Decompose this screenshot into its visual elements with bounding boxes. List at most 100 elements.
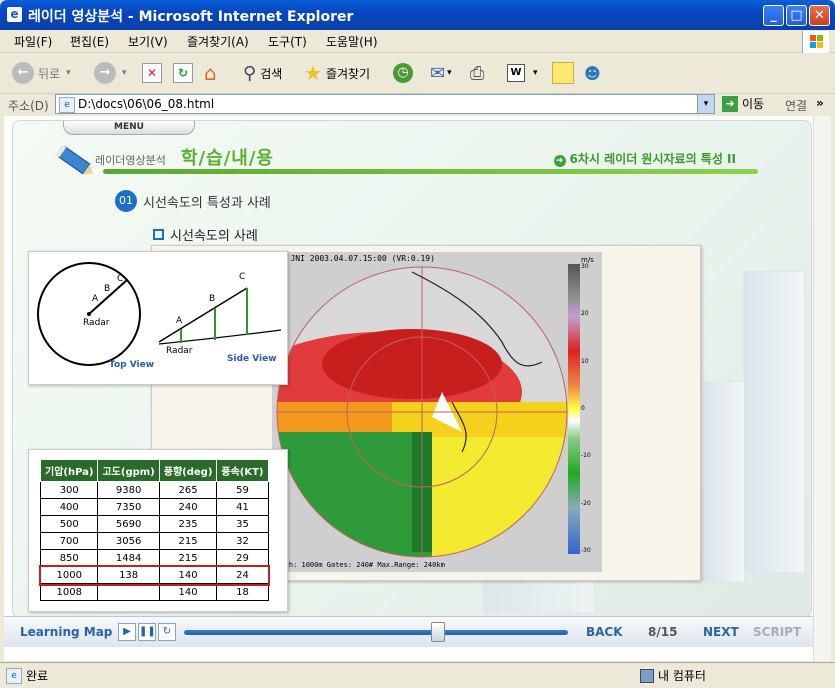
progress-track[interactable] bbox=[184, 630, 568, 635]
diagram-panel: A B C Radar Top View A B C Radar Side Vi… bbox=[28, 251, 288, 385]
table-cell: 7350 bbox=[97, 498, 160, 516]
address-input[interactable]: e D:\docs\06\06_08.html ▾ bbox=[55, 94, 715, 114]
dropdown-icon[interactable]: ▾ bbox=[122, 68, 127, 78]
star-icon: ★ bbox=[304, 61, 322, 85]
table-cell: 400 bbox=[39, 498, 99, 516]
mail-button[interactable]: ✉ ▾ bbox=[430, 61, 452, 85]
title-underline bbox=[103, 169, 758, 174]
messenger-icon: ☻ bbox=[584, 63, 601, 83]
radar-label: Radar bbox=[166, 346, 193, 356]
vertical-scrollbar[interactable] bbox=[813, 116, 831, 661]
label-a: A bbox=[92, 294, 99, 304]
table-row: 850 1484 215 29 bbox=[39, 549, 269, 567]
address-dropdown-icon[interactable]: ▾ bbox=[697, 95, 714, 113]
table-cell: 140 bbox=[158, 583, 218, 601]
go-label: 이동 bbox=[742, 97, 765, 111]
stop-button[interactable]: ✕ bbox=[142, 61, 162, 85]
table-cell: 500 bbox=[39, 515, 99, 533]
table-cell bbox=[97, 583, 160, 601]
table-cell: 1008 bbox=[39, 583, 99, 601]
scale-label: 0 bbox=[581, 404, 585, 412]
menu-tools[interactable]: 도구(T) bbox=[268, 33, 307, 50]
word-icon: W bbox=[507, 64, 525, 82]
print-button[interactable]: ⎙ bbox=[470, 61, 484, 85]
table-cell: 29 bbox=[216, 549, 269, 567]
pencil-icon bbox=[55, 144, 94, 175]
lesson-stage: MENU 레이더영상분석 학/습/내/용 ➜ 6차시 레이더 원시자료의 특성 I… bbox=[12, 120, 812, 618]
topic-heading: 시선속도의 특성과 사례 bbox=[143, 196, 271, 211]
back-button[interactable]: ← 뒤로 ▾ bbox=[12, 61, 71, 85]
side-view-label: Side View bbox=[227, 354, 277, 364]
menu-help[interactable]: 도움말(H) bbox=[326, 33, 378, 50]
dropdown-icon: ▾ bbox=[447, 68, 452, 78]
label-b: B bbox=[104, 284, 111, 294]
table-cell: 850 bbox=[39, 549, 99, 567]
edit-button[interactable]: W ▾ bbox=[507, 61, 538, 85]
close-button[interactable]: ✕ bbox=[809, 5, 830, 26]
progress-slider-thumb[interactable] bbox=[431, 622, 445, 642]
stop-icon: ✕ bbox=[142, 63, 162, 83]
table-cell: 5690 bbox=[97, 515, 160, 533]
menu-view[interactable]: 보기(V) bbox=[128, 33, 168, 50]
table-row: 400 7350 240 41 bbox=[39, 498, 269, 516]
table-cell: 35 bbox=[216, 515, 269, 533]
play-button[interactable]: ▶ bbox=[118, 623, 136, 641]
minimize-button[interactable]: _ bbox=[763, 5, 784, 26]
page-title: 학/습/내/용 bbox=[181, 148, 274, 169]
highlighted-table-row: 1000 138 140 24 bbox=[38, 564, 271, 586]
favorites-button[interactable]: ★ 즐겨찾기 bbox=[304, 61, 370, 85]
replay-button[interactable]: ↻ bbox=[158, 623, 176, 641]
scale-label: -30 bbox=[581, 546, 591, 554]
player-controls: Learning Map ▶ ❚❚ ↻ BACK 8/15 NEXT SCRIP… bbox=[4, 616, 831, 647]
label-b: B bbox=[209, 294, 216, 304]
page-content: MENU 레이더영상분석 학/습/내/용 ➜ 6차시 레이더 원시자료의 특성 I… bbox=[4, 116, 831, 661]
mail-icon: ✉ bbox=[430, 62, 446, 84]
refresh-icon: ↻ bbox=[173, 63, 193, 83]
table-row: 500 5690 235 35 bbox=[39, 515, 269, 533]
column-header: 풍향(deg) bbox=[158, 459, 218, 482]
links-label[interactable]: 연결 bbox=[785, 97, 807, 114]
window-title: 레이더 영상분석 - Microsoft Internet Explorer bbox=[28, 9, 354, 25]
menu-edit[interactable]: 편집(E) bbox=[70, 33, 109, 50]
pause-button[interactable]: ❚❚ bbox=[138, 623, 156, 641]
chapter-link[interactable]: ➜ 6차시 레이더 원시자료의 특성 II bbox=[553, 150, 736, 167]
velocity-color-scale bbox=[568, 264, 580, 554]
table-cell: 700 bbox=[39, 532, 99, 550]
page-icon: e bbox=[59, 97, 75, 113]
menu-tab[interactable]: MENU bbox=[63, 121, 195, 135]
address-bar: 주소(D) e D:\docs\06\06_08.html ▾ ➜ 이동 연결 … bbox=[0, 94, 835, 116]
scale-label: 20 bbox=[581, 310, 589, 318]
radar-image: AR JNI 2003.04.07.15:00 (VR:0.19) m/s 30… bbox=[272, 252, 602, 572]
table-row: 700 3056 215 32 bbox=[39, 532, 269, 550]
table-cell: 300 bbox=[39, 481, 99, 499]
refresh-button[interactable]: ↻ bbox=[173, 61, 193, 85]
table-cell: 3056 bbox=[97, 532, 160, 550]
browser-window: e 레이더 영상분석 - Microsoft Internet Explorer… bbox=[0, 0, 835, 688]
menu-file[interactable]: 파일(F) bbox=[14, 33, 52, 50]
next-nav-button[interactable]: NEXT bbox=[703, 625, 739, 639]
maximize-button[interactable]: □ bbox=[786, 5, 807, 26]
go-button[interactable]: ➜ 이동 bbox=[722, 95, 764, 112]
menu-favorites[interactable]: 즐겨찾기(A) bbox=[187, 33, 249, 50]
search-button[interactable]: ⚲ 검색 bbox=[243, 61, 282, 85]
discuss-button[interactable] bbox=[552, 61, 574, 85]
arrow-circle-icon: ➜ bbox=[553, 155, 566, 167]
messenger-button[interactable]: ☻ bbox=[584, 61, 601, 85]
radar-velocity-map bbox=[276, 266, 568, 558]
dropdown-icon: ▾ bbox=[533, 68, 538, 78]
table-cell: 1000 bbox=[39, 566, 99, 584]
ie-icon: e bbox=[7, 7, 22, 22]
home-button[interactable]: ⌂ bbox=[204, 61, 217, 85]
history-button[interactable]: ◷ bbox=[393, 61, 413, 85]
learning-map-button[interactable]: Learning Map bbox=[20, 625, 112, 639]
table-cell: 240 bbox=[158, 498, 218, 516]
script-button[interactable]: SCRIPT bbox=[753, 625, 801, 639]
column-header: 풍속(KT) bbox=[216, 459, 269, 482]
background-building bbox=[703, 381, 745, 583]
dropdown-icon[interactable]: ▾ bbox=[66, 68, 71, 78]
forward-arrow-icon: → bbox=[94, 62, 116, 84]
chevron-right-icon[interactable]: » bbox=[816, 96, 824, 110]
table-cell: 18 bbox=[216, 583, 269, 601]
forward-button[interactable]: → ▾ bbox=[94, 61, 127, 85]
back-nav-button[interactable]: BACK bbox=[586, 625, 623, 639]
